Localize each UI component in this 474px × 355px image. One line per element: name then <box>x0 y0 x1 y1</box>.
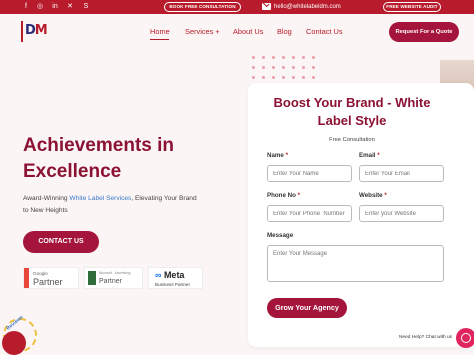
facebook-icon[interactable]: f <box>22 3 30 11</box>
name-input[interactable] <box>267 165 352 182</box>
contact-us-button[interactable]: CONTACT US <box>23 231 99 253</box>
microsoft-partner-badge: Microsoft · Advertising Partner <box>84 267 143 289</box>
phone-input[interactable] <box>267 205 352 222</box>
book-consultation-button[interactable]: BOOK FREE CONSULTATION <box>164 2 241 12</box>
linkedin-icon[interactable]: in <box>51 3 59 11</box>
google-badge-stripe <box>24 268 29 288</box>
email-label: Email * <box>359 152 380 159</box>
message-label: Message <box>267 232 294 239</box>
form-subtitle: Free Consultation <box>329 137 375 143</box>
white-label-services-link[interactable]: White Label Services <box>69 195 131 202</box>
meta-logo: ∞ Meta <box>155 270 185 280</box>
meta-partner-badge: ∞ Meta Business Partner <box>148 267 203 289</box>
form-title: Boost Your Brand - White Label Style <box>273 95 431 128</box>
grow-your-agency-button[interactable]: Grow Your Agency <box>267 298 347 318</box>
meta-infinity-icon: ∞ <box>155 270 162 280</box>
chat-help-text: Need Help? Chat with us <box>399 335 453 340</box>
email-input[interactable] <box>359 165 444 182</box>
nav-home[interactable]: Home <box>150 27 170 37</box>
meta-badge-sub: Business Partner <box>155 282 190 287</box>
free-audit-button[interactable]: FREE WEBSITE AUDIT <box>383 2 441 12</box>
instagram-icon[interactable]: ◎ <box>36 3 44 11</box>
hero-subtitle: Award-Winning White Label Services, Elev… <box>23 195 197 214</box>
microsoft-icon <box>88 271 96 285</box>
ms-badge-small: Microsoft · Advertising <box>99 271 131 275</box>
dots-decoration <box>249 54 319 84</box>
website-input[interactable] <box>359 205 444 222</box>
nav-services[interactable]: Services + <box>185 27 220 37</box>
email-link[interactable]: hello@whitelabeldm.com <box>274 3 341 11</box>
x-icon[interactable]: ✕ <box>66 3 74 11</box>
nav-about-us[interactable]: About Us <box>233 27 263 37</box>
phone-label: Phone No * <box>267 192 301 199</box>
nav-active-indicator <box>150 39 169 40</box>
google-partner-badge: Google Partner <box>23 267 79 289</box>
mail-icon <box>262 3 271 10</box>
chat-widget-icon[interactable] <box>456 328 474 348</box>
ms-badge-big: Partner <box>99 278 122 285</box>
skype-icon[interactable]: S <box>82 3 90 11</box>
request-quote-button[interactable]: Request For a Quote <box>389 22 459 42</box>
nav-contact-us[interactable]: Contact Us <box>306 27 343 37</box>
message-textarea[interactable] <box>267 245 444 282</box>
hero-title: Achievements in Excellence <box>23 135 174 182</box>
logo-text: DM <box>25 23 48 38</box>
site-logo[interactable]: DM <box>21 21 49 42</box>
website-label: Website * <box>359 192 387 199</box>
chat-bubble-icon[interactable] <box>2 331 26 355</box>
google-badge-small: Google <box>33 271 48 276</box>
nav-blog[interactable]: Blog <box>277 27 292 37</box>
name-label: Name * <box>267 152 289 159</box>
google-badge-big: Partner <box>33 277 63 287</box>
